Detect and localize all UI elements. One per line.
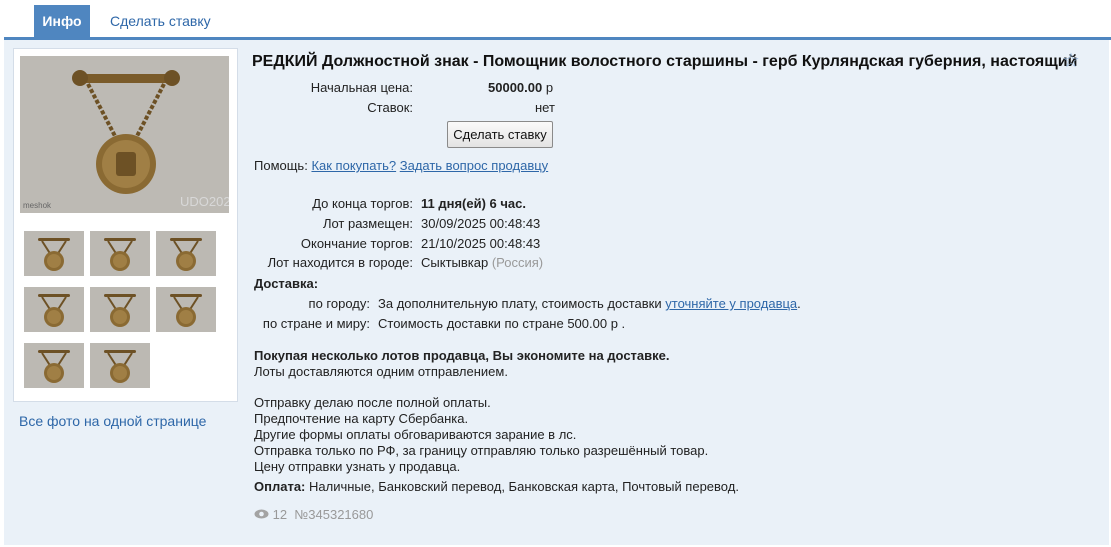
payment-row: Оплата: Наличные, Банковский перевод, Ба… (254, 479, 739, 494)
payment-label: Оплата: (254, 479, 306, 494)
delivery-city-dot: . (797, 296, 801, 311)
posted-value: 30/09/2025 00:48:43 (421, 216, 541, 231)
photo-thumbnail[interactable] (90, 287, 150, 332)
city-value-row: Сыктывкар (Россия) (421, 255, 543, 270)
start-price-value: 50000.00 р (488, 80, 553, 95)
eye-icon (254, 507, 269, 522)
tab-info[interactable]: Инфо (34, 5, 90, 37)
bids-value: нет (535, 100, 555, 115)
end-value: 21/10/2025 00:48:43 (421, 236, 541, 251)
seller-note-line: Предпочтение на карту Сбербанка. (254, 411, 469, 426)
photo-thumbnail[interactable] (24, 343, 84, 388)
photo-gallery: UDO2020 meshok (13, 48, 238, 402)
photo-thumbnail[interactable] (90, 231, 150, 276)
delivery-title: Доставка: (254, 276, 319, 291)
end-label: Окончание торгов: (300, 236, 413, 251)
view-count: 12 (272, 507, 288, 522)
star-icon[interactable]: ☆ (1062, 48, 1080, 73)
payment-methods: Наличные, Банковский перевод, Банковская… (309, 479, 739, 494)
tab-make-bid[interactable]: Сделать ставку (110, 5, 211, 37)
posted-label: Лот размещен: (322, 216, 413, 231)
start-price-amount: 50000.00 (488, 80, 543, 95)
seller-note-line: Цену отправки узнать у продавца. (254, 459, 461, 474)
seller-note-line: Другие формы оплаты обговариваются заран… (254, 427, 577, 442)
clarify-with-seller-link[interactable]: уточняйте у продавца (665, 296, 797, 311)
ends-in-value: 11 дня(ей) 6 час. (421, 196, 526, 211)
main-photo[interactable]: UDO2020 meshok (20, 56, 229, 213)
single-shipment-note: Лоты доставляются одним отправлением. (254, 364, 508, 379)
city-label: Лот находится в городе: (267, 255, 413, 270)
medal-photo-image: UDO2020 meshok (20, 56, 229, 213)
multi-lot-savings: Покупая несколько лотов продавца, Вы эко… (254, 348, 670, 363)
photo-watermark: UDO2020 (180, 194, 229, 209)
photo-thumbnail[interactable] (90, 343, 150, 388)
photo-thumbnail[interactable] (156, 287, 216, 332)
currency: р (545, 80, 554, 95)
help-row: Помощь: Как покупать? Задать вопрос прод… (254, 158, 548, 173)
all-photos-link[interactable]: Все фото на одной странице (19, 413, 206, 429)
make-bid-button[interactable]: Сделать ставку (447, 121, 553, 148)
seller-note-line: Отправка только по РФ, за границу отправ… (254, 443, 709, 458)
photo-thumbnail[interactable] (156, 231, 216, 276)
delivery-world-text: Стоимость доставки по стране 500.00 р . (378, 316, 626, 331)
country-value: (Россия) (491, 255, 544, 270)
lot-stats: 12 №345321680 (254, 507, 373, 522)
ask-seller-link[interactable]: Задать вопрос продавцу (400, 158, 548, 173)
help-label: Помощь: (254, 158, 308, 173)
bids-label: Ставок: (367, 100, 413, 115)
lot-title: РЕДКИЙ Должностной знак - Помощник волос… (252, 53, 1078, 70)
photo-logo: meshok (23, 201, 52, 210)
tab-bar: Инфо Сделать ставку (0, 0, 1111, 40)
delivery-world-label: по стране и миру: (262, 316, 370, 331)
city-value: Сыктывкар (421, 255, 489, 270)
delivery-city-row: За дополнительную плату, стоимость доста… (378, 296, 801, 311)
photo-thumbnail[interactable] (24, 287, 84, 332)
lot-number: №345321680 (294, 507, 374, 522)
start-price-label: Начальная цена: (310, 80, 413, 95)
how-to-buy-link[interactable]: Как покупать? (311, 158, 396, 173)
seller-note-line: Отправку делаю после полной оплаты. (254, 395, 491, 410)
ends-in-label: До конца торгов: (312, 196, 413, 211)
delivery-city-label: по городу: (308, 296, 370, 311)
photo-thumbnail[interactable] (24, 231, 84, 276)
delivery-city-text: За дополнительную плату, стоимость доста… (378, 296, 662, 311)
